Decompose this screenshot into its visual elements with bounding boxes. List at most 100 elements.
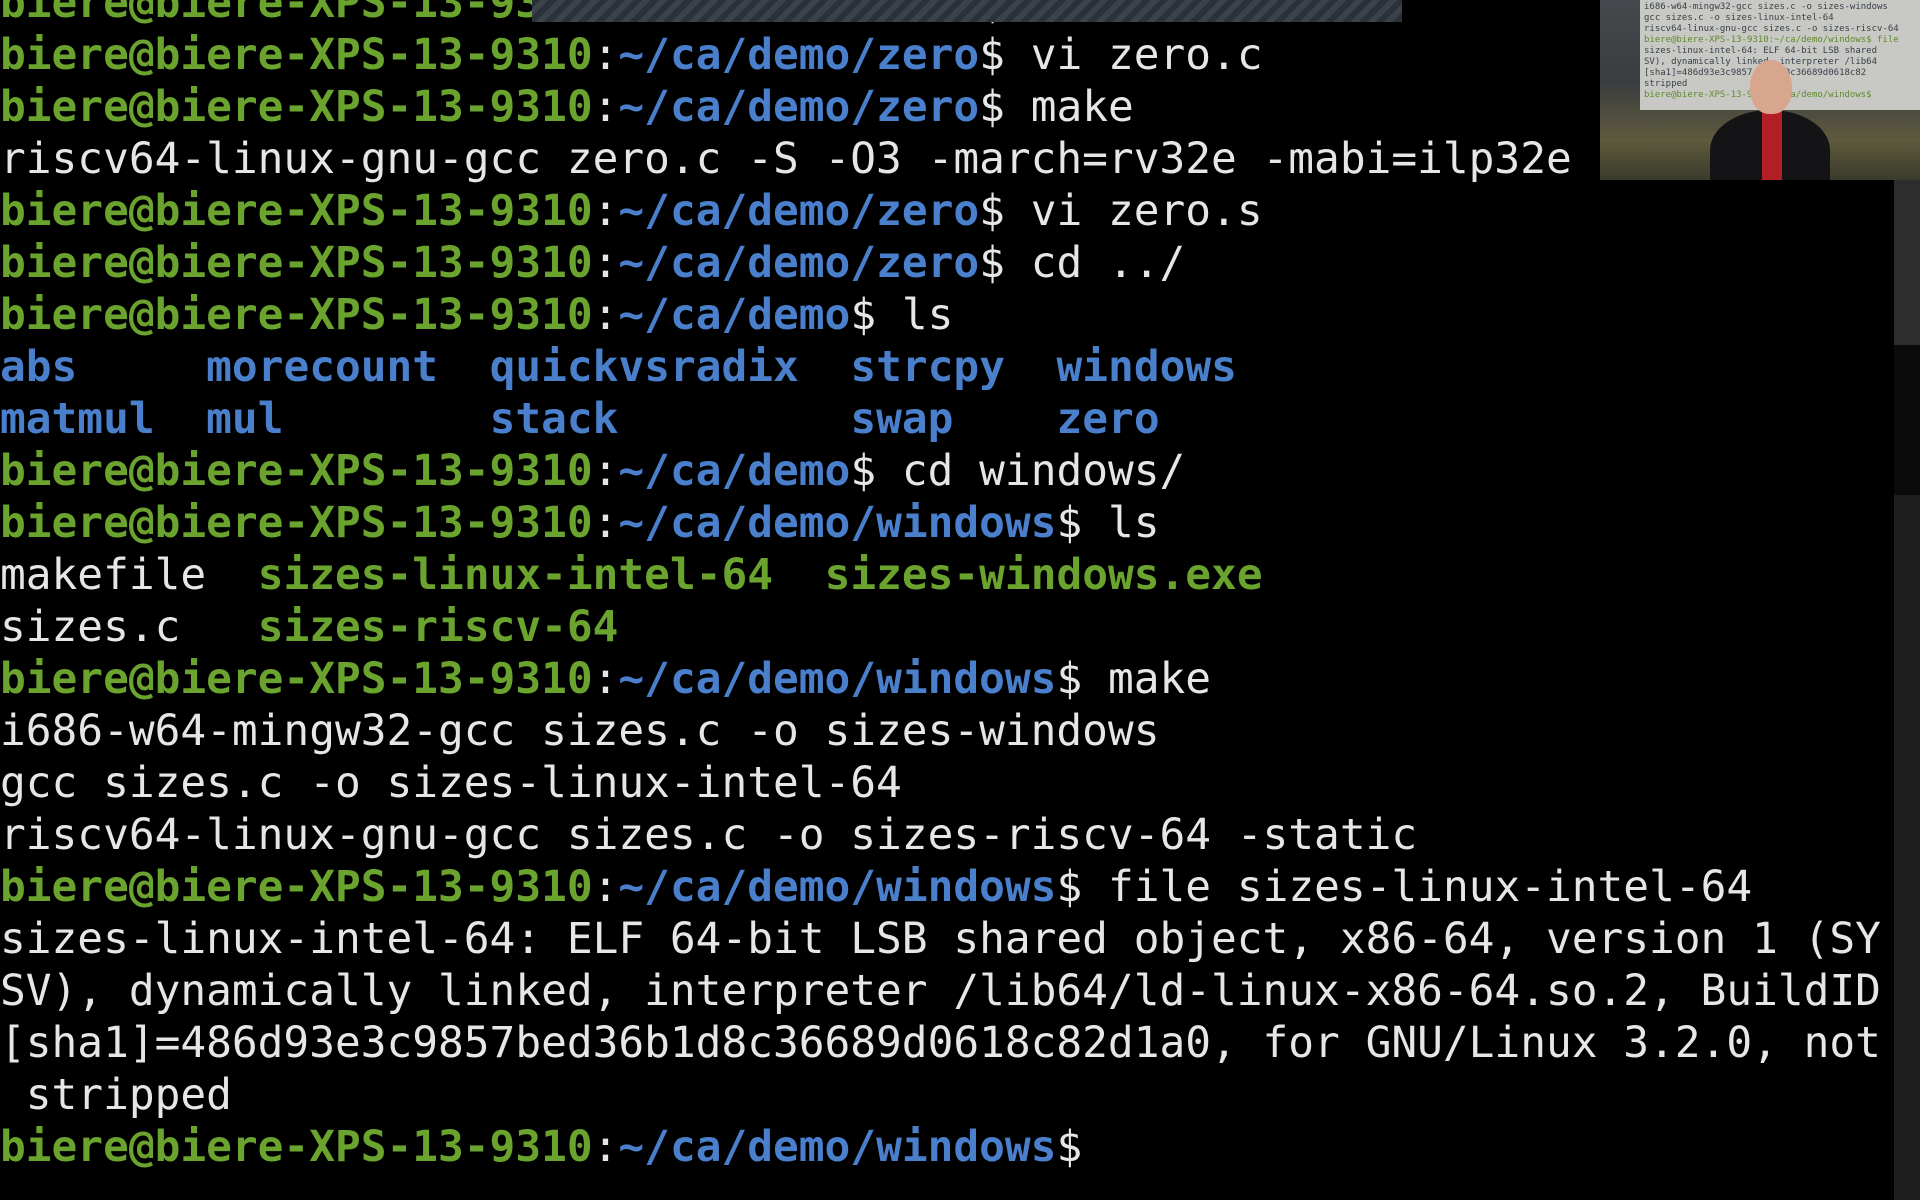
output-text: SV), dynamically linked, interpreter /li…: [0, 966, 1881, 1016]
prompt-separator: :: [592, 1122, 619, 1172]
presenter-shirt: [1762, 110, 1782, 180]
prompt-dollar: $: [1056, 862, 1083, 912]
terminal-prompt-line: biere@biere-XPS-13-9310:~/ca/demo/window…: [0, 497, 1920, 549]
directory-entry: stack: [489, 394, 619, 444]
terminal-prompt-line: biere@biere-XPS-13-9310:~/ca/demo$ cd wi…: [0, 445, 1920, 497]
terminal-prompt-line: biere@biere-XPS-13-9310:~/ca/demo/window…: [0, 1121, 1920, 1173]
terminal-output-line: riscv64-linux-gnu-gcc sizes.c -o sizes-r…: [0, 809, 1920, 861]
terminal-output-line: makefile sizes-linux-intel-64 sizes-wind…: [0, 549, 1920, 601]
prompt-path: ~/ca/demo/windows: [618, 862, 1057, 912]
webcam-screen-line: gcc sizes.c -o sizes-linux-intel-64: [1644, 13, 1834, 23]
prompt-path: ~/ca/demo/zero: [618, 30, 980, 80]
prompt-path: ~/ca/demo/zero: [618, 238, 980, 288]
executable-entry: sizes-riscv-64: [257, 602, 619, 652]
terminal-output-line: gcc sizes.c -o sizes-linux-intel-64: [0, 757, 1920, 809]
terminal-output-line: abs morecount quickvsradix strcpy window…: [0, 341, 1920, 393]
output-text: riscv64-linux-gnu-gcc sizes.c -o sizes-r…: [0, 810, 1418, 860]
terminal-output-line: sizes-linux-intel-64: ELF 64-bit LSB sha…: [0, 913, 1920, 965]
terminal-output-line: [sha1]=486d93e3c9857bed36b1d8c36689d0618…: [0, 1017, 1920, 1069]
prompt-command: cd windows/: [876, 446, 1186, 496]
prompt-user-host: biere@biere-XPS-13-9310: [0, 30, 593, 80]
prompt-command: vi zero.s: [1004, 186, 1263, 236]
output-text: riscv64-linux-gnu-gcc zero.c -S -O3 -mar…: [0, 134, 1572, 184]
window-top-band: [532, 0, 1402, 22]
prompt-dollar: $: [1056, 498, 1083, 548]
prompt-user-host: biere@biere-XPS-13-9310: [0, 0, 593, 28]
prompt-command: file sizes-linux-intel-64: [1082, 862, 1753, 912]
directory-entry: zero: [1056, 394, 1160, 444]
prompt-path: ~/ca/demo/windows: [618, 1122, 1057, 1172]
prompt-command: cd ../: [1004, 238, 1186, 288]
output-text: sizes-linux-intel-64: ELF 64-bit LSB sha…: [0, 914, 1881, 964]
output-text: gcc sizes.c -o sizes-linux-intel-64: [0, 758, 902, 808]
webcam-screen-line: i686-w64-mingw32-gcc sizes.c -o sizes-wi…: [1644, 2, 1888, 12]
terminal-output-line: stripped: [0, 1069, 1920, 1121]
webcam-overlay: i686-w64-mingw32-gcc sizes.c -o sizes-wi…: [1600, 0, 1920, 180]
prompt-dollar: $: [1056, 1122, 1083, 1172]
prompt-user-host: biere@biere-XPS-13-9310: [0, 446, 593, 496]
prompt-dollar: $: [979, 238, 1005, 288]
directory-entry: mul: [206, 394, 284, 444]
presenter-head: [1750, 60, 1792, 114]
terminal-prompt-line: biere@biere-XPS-13-9310:~/ca/demo/window…: [0, 653, 1920, 705]
prompt-separator: :: [592, 290, 619, 340]
prompt-command: make: [1004, 82, 1134, 132]
prompt-separator: :: [592, 238, 619, 288]
prompt-path: ~/ca/demo: [618, 290, 851, 340]
prompt-dollar: $: [979, 186, 1005, 236]
output-text: [sha1]=486d93e3c9857bed36b1d8c36689d0618…: [0, 1018, 1881, 1068]
terminal-prompt-line: biere@biere-XPS-13-9310:~/ca/demo/window…: [0, 861, 1920, 913]
directory-entry: quickvsradix: [489, 342, 799, 392]
webcam-screen-line: riscv64-linux-gnu-gcc sizes.c -o sizes-r…: [1644, 24, 1899, 34]
webcam-screen-line: biere@biere-XPS-13-9310:~/ca/demo/window…: [1644, 35, 1899, 45]
prompt-user-host: biere@biere-XPS-13-9310: [0, 82, 593, 132]
executable-entry: sizes-windows.exe: [824, 550, 1263, 600]
prompt-path: ~/ca/demo/zero: [618, 186, 980, 236]
prompt-user-host: biere@biere-XPS-13-9310: [0, 654, 593, 704]
prompt-separator: :: [592, 446, 619, 496]
prompt-dollar: $: [979, 82, 1005, 132]
terminal-scrollbar[interactable]: [1894, 0, 1920, 1200]
directory-entry: swap: [850, 394, 954, 444]
prompt-separator: :: [592, 82, 619, 132]
prompt-separator: :: [592, 186, 619, 236]
prompt-command: make: [1082, 654, 1212, 704]
prompt-dollar: $: [850, 446, 877, 496]
presenter: [1710, 60, 1830, 180]
prompt-dollar: $: [850, 290, 877, 340]
directory-entry: abs: [0, 342, 78, 392]
prompt-path: ~/ca/demo/windows: [618, 498, 1057, 548]
prompt-user-host: biere@biere-XPS-13-9310: [0, 1122, 593, 1172]
terminal-prompt-line: biere@biere-XPS-13-9310:~/ca/demo$ ls: [0, 289, 1920, 341]
prompt-command: vi zero.c: [1004, 30, 1263, 80]
prompt-separator: :: [592, 498, 619, 548]
terminal-output-line: matmul mul stack swap zero: [0, 393, 1920, 445]
directory-entry: windows: [1056, 342, 1237, 392]
prompt-separator: :: [592, 654, 619, 704]
prompt-separator: :: [592, 30, 619, 80]
output-text: makefile: [0, 550, 207, 600]
prompt-user-host: biere@biere-XPS-13-9310: [0, 238, 593, 288]
directory-entry: matmul: [0, 394, 155, 444]
output-text: stripped: [0, 1070, 232, 1120]
prompt-path: ~/ca/demo: [618, 446, 851, 496]
webcam-screen-line: sizes-linux-intel-64: ELF 64-bit LSB sha…: [1644, 46, 1877, 56]
terminal-output-line: sizes.c sizes-riscv-64: [0, 601, 1920, 653]
prompt-path: ~/ca/demo/windows: [618, 654, 1057, 704]
prompt-path: ~/ca/demo/zero: [618, 82, 980, 132]
prompt-dollar: $: [1056, 654, 1083, 704]
terminal-prompt-line: biere@biere-XPS-13-9310:~/ca/demo/zero$ …: [0, 185, 1920, 237]
directory-entry: strcpy: [850, 342, 1005, 392]
prompt-user-host: biere@biere-XPS-13-9310: [0, 290, 593, 340]
terminal-prompt-line: biere@biere-XPS-13-9310:~/ca/demo/zero$ …: [0, 237, 1920, 289]
prompt-dollar: $: [979, 30, 1005, 80]
prompt-command: ls: [1082, 498, 1160, 548]
